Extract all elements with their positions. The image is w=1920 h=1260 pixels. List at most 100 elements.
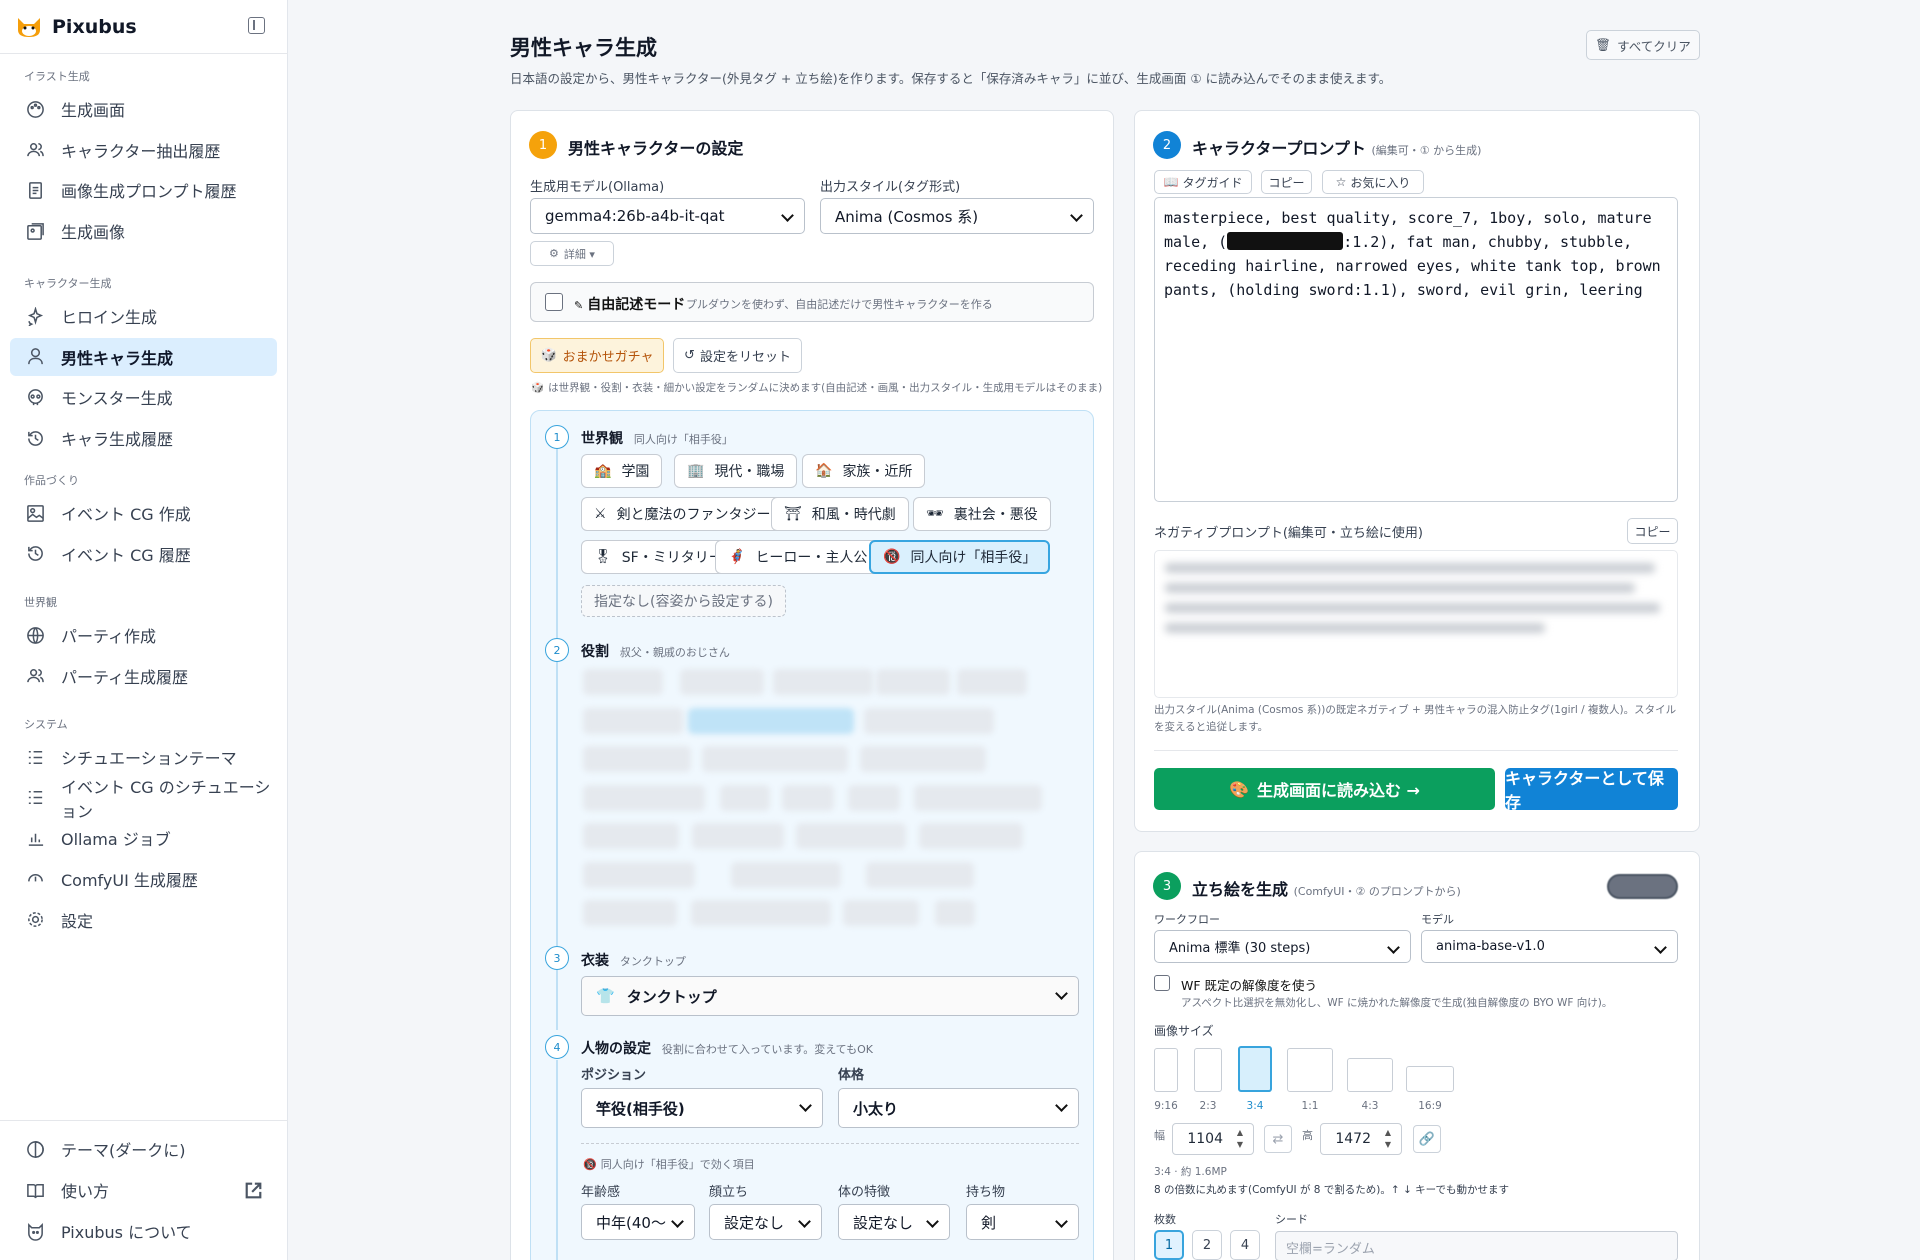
world-chip-none[interactable]: 指定なし(容姿から設定する)	[581, 585, 786, 617]
role-chip[interactable]	[583, 669, 663, 695]
role-chip[interactable]	[782, 784, 834, 811]
role-chip[interactable]	[957, 669, 1027, 695]
sidebar-footer-item[interactable]: 使い方	[10, 1171, 277, 1209]
role-chip[interactable]	[773, 669, 873, 695]
world-chip[interactable]: 🔞 同人向け「相手役」	[869, 540, 1051, 574]
load-to-generate-button[interactable]: 🎨 生成画面に読み込む →	[1154, 768, 1495, 810]
sidebar-item[interactable]: イベント CG のシチュエーション	[10, 778, 277, 821]
style-select[interactable]: Anima (Cosmos 系)	[820, 198, 1094, 234]
count-option[interactable]: 2	[1192, 1230, 1222, 1260]
sidebar-item[interactable]: イベント CG 作成	[10, 494, 277, 532]
sidebar-item[interactable]: パーティ生成履歴	[10, 657, 277, 695]
role-chip[interactable]	[583, 900, 677, 926]
role-chip[interactable]	[583, 746, 691, 772]
ratio-option[interactable]	[1287, 1048, 1333, 1092]
spinner-icon[interactable]: ▲ ▼	[1231, 1127, 1249, 1151]
ratio-option[interactable]	[1194, 1048, 1222, 1092]
role-chip[interactable]	[680, 669, 764, 695]
generate-portrait-button[interactable]	[1607, 874, 1678, 899]
swap-icon[interactable]: ⇄	[1264, 1125, 1292, 1153]
gacha-button[interactable]: 🎲 おまかせガチャ	[530, 338, 664, 373]
freeform-checkbox[interactable]	[545, 293, 563, 311]
world-chip[interactable]: 🏢 現代・職場	[674, 454, 798, 488]
prompt-textarea[interactable]: masterpiece, best quality, score_7, 1boy…	[1154, 197, 1678, 502]
sidebar-collapse-icon[interactable]	[248, 17, 265, 34]
sidebar-item[interactable]: 男性キャラ生成	[10, 337, 277, 376]
sidebar-item[interactable]: キャラ生成履歴	[10, 419, 277, 457]
brand[interactable]: Pixubus	[16, 12, 137, 42]
position-select[interactable]: 竿役(相手役)	[581, 1088, 823, 1128]
link-icon[interactable]: 🔗	[1413, 1125, 1441, 1153]
sidebar-item[interactable]: ComfyUI 生成履歴	[10, 860, 277, 898]
role-chip[interactable]	[935, 900, 975, 926]
spinner-icon[interactable]: ▲ ▼	[1379, 1127, 1397, 1151]
negative-textarea[interactable]	[1154, 550, 1678, 698]
sidebar-footer-item[interactable]: Pixubus について	[10, 1212, 277, 1250]
world-chip[interactable]: 🕶 裏社会・悪役	[913, 497, 1051, 531]
role-chip[interactable]	[583, 707, 683, 734]
save-character-button[interactable]: キャラクターとして保存	[1505, 768, 1678, 812]
role-chip[interactable]	[691, 900, 831, 926]
model-select[interactable]: gemma4:26b-a4b-it-qat	[530, 198, 805, 234]
world-chip[interactable]: 🦸 ヒーロー・主人公	[715, 540, 881, 574]
role-chip[interactable]	[866, 861, 974, 888]
detail-button[interactable]: ⚙ 詳細 ▾	[530, 241, 614, 266]
world-chip[interactable]: 🏫 学園	[581, 454, 663, 488]
role-chip[interactable]	[692, 823, 784, 849]
width-input[interactable]: 1104 ▲ ▼	[1172, 1123, 1254, 1155]
sidebar-item[interactable]: 画像生成プロンプト履歴	[10, 171, 277, 209]
sidebar-item[interactable]: Ollama ジョブ	[10, 819, 277, 857]
world-chip[interactable]: 🏠 家族・近所	[802, 454, 926, 488]
height-input[interactable]: 1472 ▲ ▼	[1320, 1123, 1402, 1155]
sidebar-item[interactable]: モンスター生成	[10, 378, 277, 416]
role-chip[interactable]	[583, 784, 705, 811]
role-chip[interactable]	[864, 707, 994, 734]
clear-all-button[interactable]: 🗑 すべてクリア	[1586, 30, 1700, 60]
role-chip[interactable]	[848, 784, 900, 811]
feature-select[interactable]: 設定なし	[838, 1204, 950, 1240]
sidebar-item[interactable]: ヒロイン生成	[10, 297, 277, 335]
ratio-option[interactable]	[1347, 1058, 1393, 1092]
role-chip[interactable]	[914, 784, 1042, 811]
role-chip[interactable]	[919, 823, 1023, 849]
role-chip[interactable]	[720, 784, 770, 811]
portrait-model-select[interactable]: anima-base-v1.0	[1421, 930, 1678, 963]
role-chip[interactable]	[860, 746, 986, 772]
sidebar-item[interactable]: パーティ作成	[10, 616, 277, 654]
sidebar-item[interactable]: 生成画面	[10, 90, 277, 128]
face-select[interactable]: 設定なし	[709, 1204, 822, 1240]
world-chip[interactable]: ⚔ 剣と魔法のファンタジー	[581, 497, 784, 531]
ratio-option[interactable]	[1154, 1048, 1178, 1092]
role-chip[interactable]	[583, 861, 695, 888]
role-chip[interactable]	[843, 900, 919, 926]
sidebar-item[interactable]: 生成画像	[10, 212, 277, 250]
ratio-option[interactable]	[1238, 1046, 1272, 1092]
ratio-option[interactable]	[1406, 1066, 1454, 1092]
count-option[interactable]: 1	[1154, 1230, 1184, 1260]
role-chip[interactable]	[876, 669, 950, 695]
sidebar-footer-item[interactable]: テーマ(ダークに)	[10, 1130, 277, 1168]
outfit-select[interactable]: 👕 タンクトップ	[581, 976, 1079, 1016]
role-chip[interactable]	[702, 746, 848, 772]
item-select[interactable]: 剣	[966, 1204, 1079, 1240]
sidebar-item[interactable]: イベント CG 履歴	[10, 535, 277, 573]
body-select[interactable]: 小太り	[838, 1088, 1079, 1128]
copy-prompt-button[interactable]: コピー	[1261, 170, 1312, 194]
seed-input[interactable]: 空欄=ランダム	[1275, 1231, 1678, 1260]
world-chip[interactable]: 🎖 SF・ミリタリー	[581, 540, 736, 574]
sidebar-item[interactable]: 設定	[10, 901, 277, 939]
wf-res-checkbox[interactable]	[1154, 975, 1170, 991]
tag-guide-button[interactable]: 📖 タグガイド	[1154, 170, 1252, 194]
count-option[interactable]: 4	[1230, 1230, 1260, 1260]
workflow-select[interactable]: Anima 標準 (30 steps)	[1154, 930, 1411, 963]
reset-button[interactable]: ↺ 設定をリセット	[673, 338, 802, 373]
sidebar-item[interactable]: キャラクター抽出履歴	[10, 131, 277, 169]
age-select[interactable]: 中年(40〜	[581, 1204, 695, 1240]
world-chip[interactable]: ⛩ 和風・時代劇	[771, 497, 909, 531]
role-chip[interactable]	[583, 823, 679, 849]
role-chip[interactable]	[796, 823, 906, 849]
role-chip[interactable]	[688, 707, 854, 734]
favorite-button[interactable]: ☆ お気に入り	[1322, 170, 1424, 194]
sidebar-item[interactable]: シチュエーションテーマ	[10, 738, 277, 776]
role-chip[interactable]	[731, 861, 841, 888]
